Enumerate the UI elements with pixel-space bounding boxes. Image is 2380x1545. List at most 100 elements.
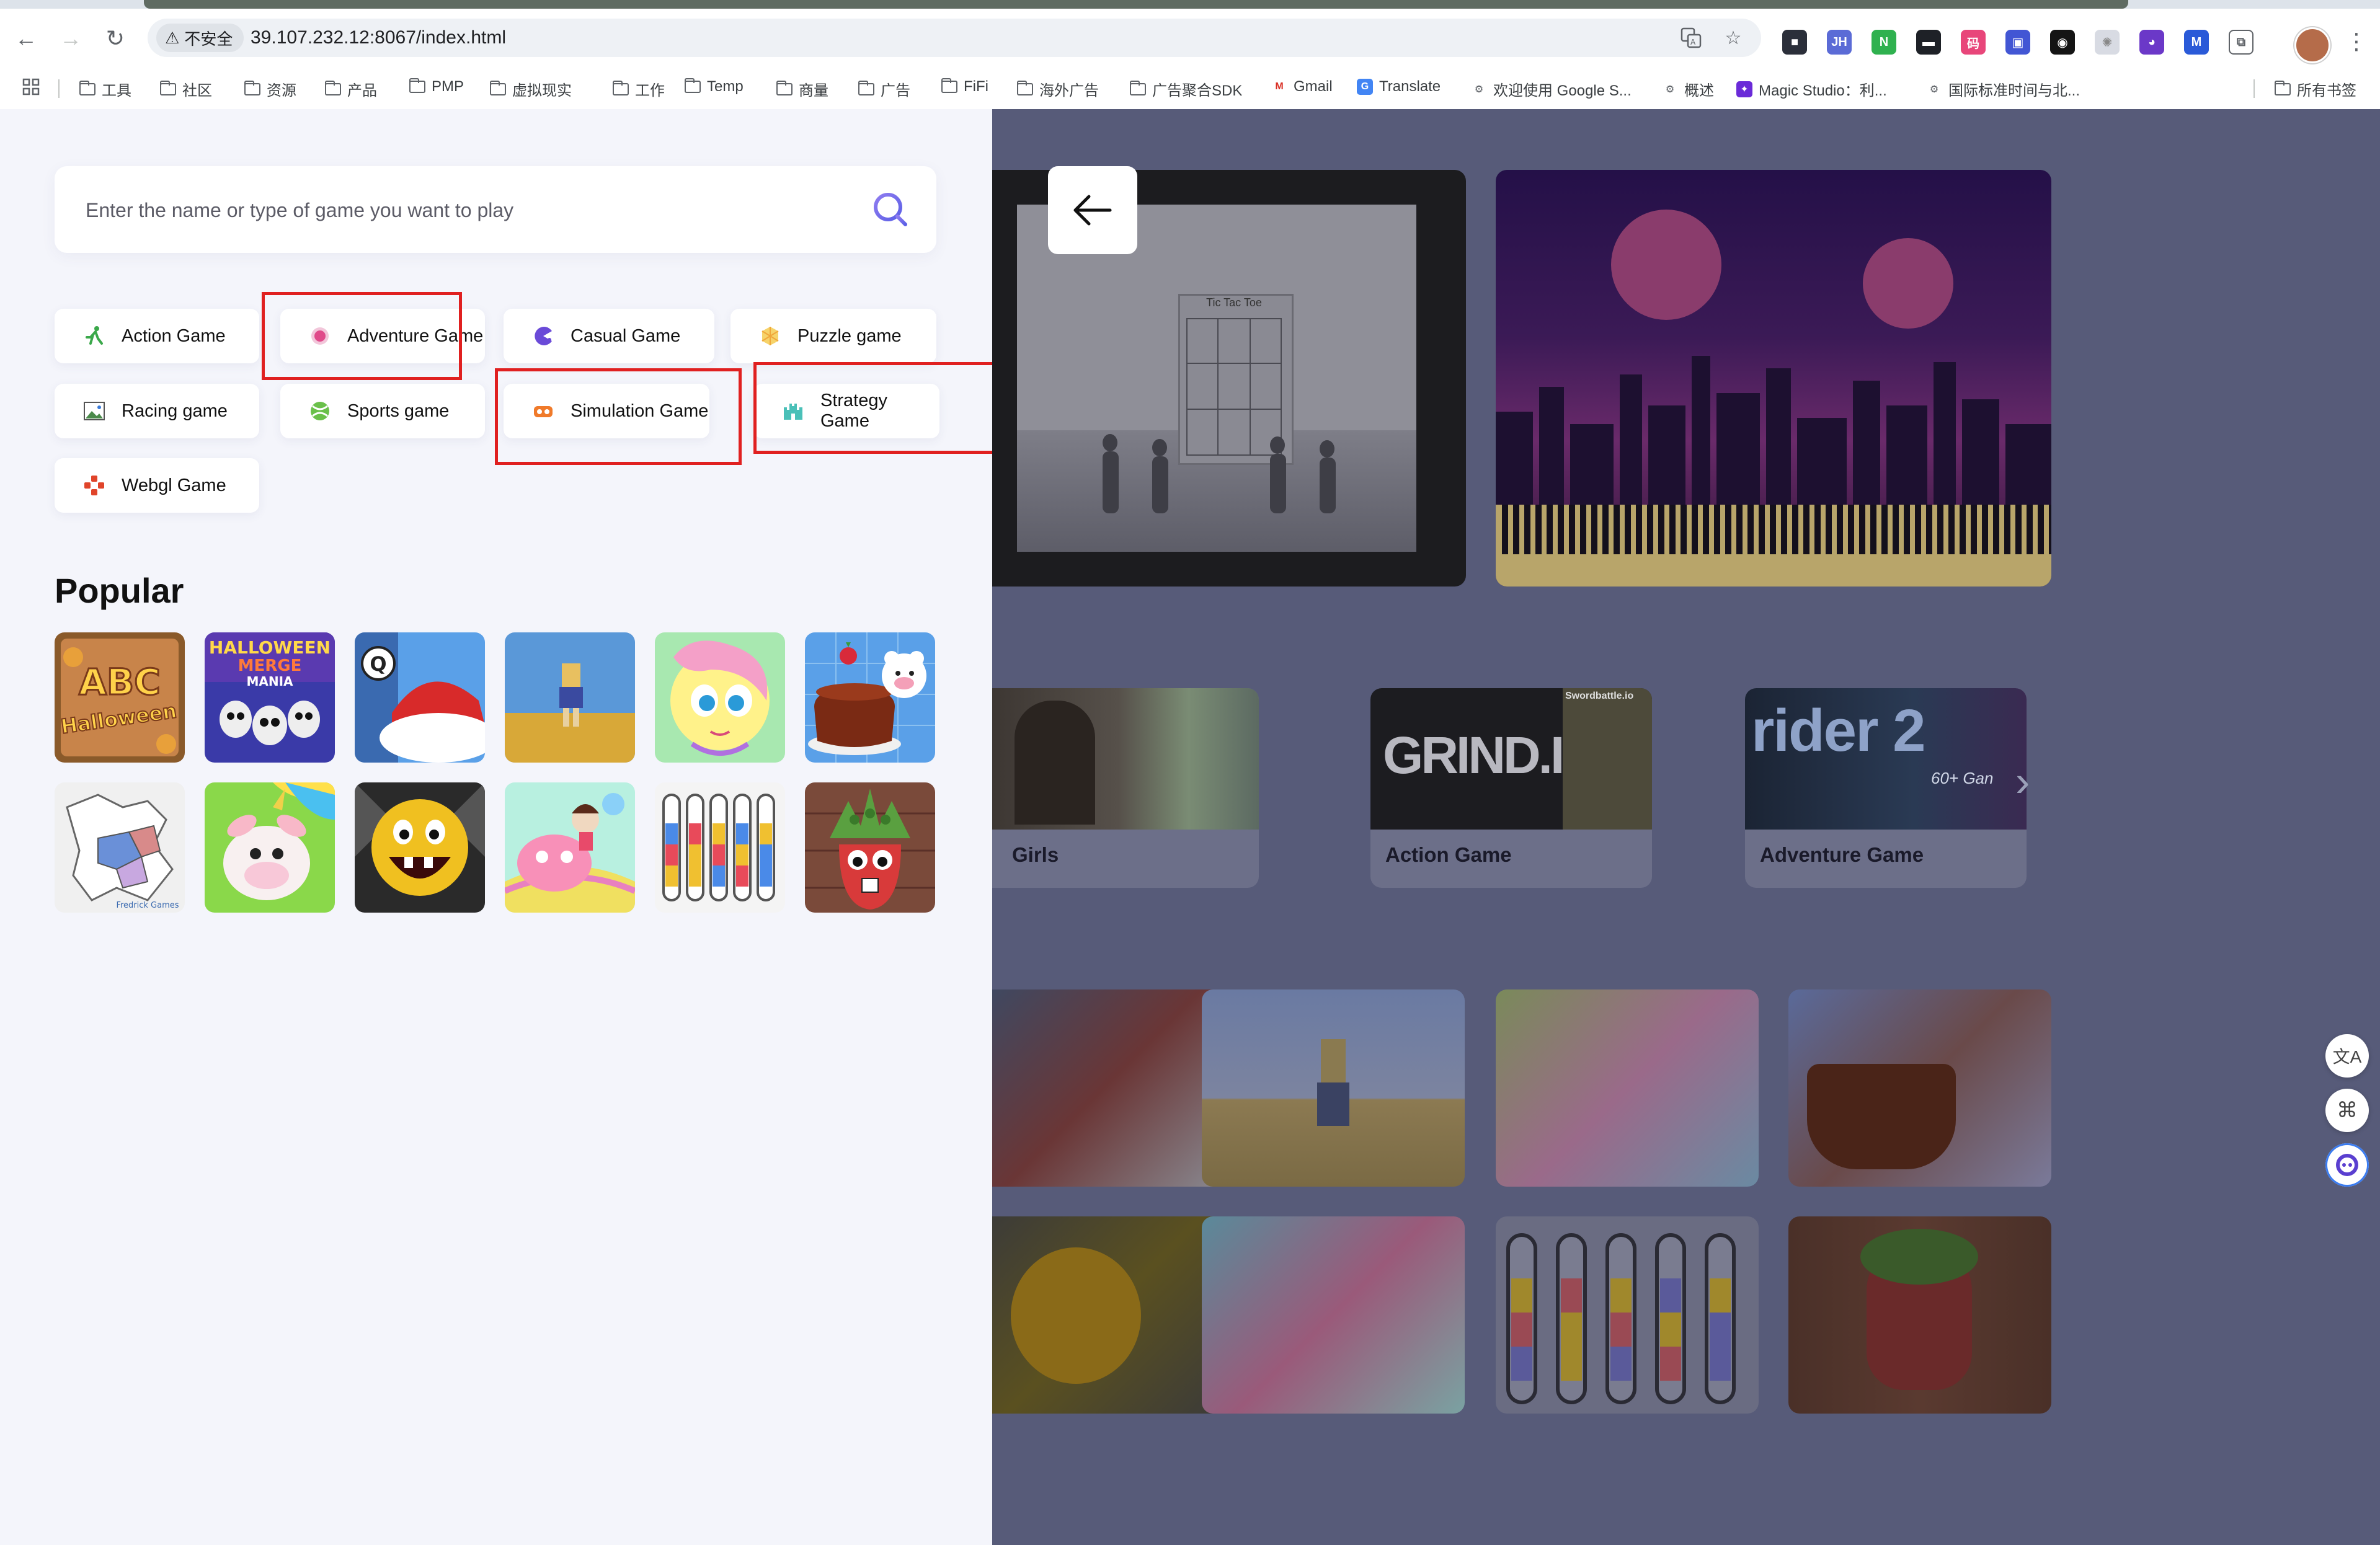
category-chip-puzzle-game[interactable]: Puzzle game [730, 309, 936, 363]
category-label: Strategy Game [820, 391, 887, 431]
game-card-pony[interactable] [1496, 989, 1759, 1187]
bookmark-item[interactable]: 海外广告 [1017, 78, 1099, 100]
bookmark-item[interactable]: Temp [685, 78, 744, 95]
apps-grid-icon[interactable] [22, 78, 40, 95]
bookmark-item[interactable]: 商量 [776, 78, 828, 100]
hero-card-piano-city[interactable] [1496, 170, 2051, 587]
search-icon[interactable] [872, 191, 909, 228]
swordbattle-text: Swordbattle.io [1565, 691, 1634, 701]
page-icon: ⚙ [1926, 81, 1942, 97]
bookmark-item[interactable]: ⚙ 欢迎使用 Google S... [1471, 78, 1632, 100]
bookmark-item[interactable]: 工具 [79, 78, 131, 100]
image-icon [83, 400, 105, 422]
bookmark-label: Magic Studio：利... [1759, 82, 1887, 99]
bookmark-item[interactable]: 产品 [325, 78, 377, 100]
game-card-water-sort[interactable] [1496, 1216, 1759, 1414]
bookmark-item[interactable]: 虚拟现实 [490, 78, 572, 100]
security-chip[interactable]: ⚠ 不安全 [156, 24, 244, 52]
running-figure-icon [83, 325, 105, 347]
vr-goggles-icon [532, 400, 554, 422]
active-tab[interactable] [144, 0, 2128, 9]
bookmark-item[interactable]: M Gmail [1271, 78, 1333, 95]
profile-avatar[interactable] [2294, 27, 2330, 63]
popular-game-pony-cartoon[interactable] [655, 632, 785, 763]
extension-blue-icon[interactable]: ▣ [2005, 30, 2030, 55]
extension-1-icon[interactable]: ■ [1782, 30, 1807, 55]
popular-game-pixel-walker[interactable] [505, 632, 635, 763]
category-chip-webgl-game[interactable]: Webgl Game [55, 458, 259, 513]
extension-terminal-icon[interactable]: ▬ [1916, 30, 1941, 55]
game-card-yellow-monster[interactable] [992, 1216, 1234, 1414]
bookmark-item[interactable]: ⚙ 概述 [1662, 78, 1714, 100]
back-button[interactable] [1048, 166, 1137, 254]
popular-game-abc-halloween[interactable]: ABC Halloween [55, 632, 185, 763]
url-text[interactable]: 39.107.232.12:8067/index.html [251, 27, 506, 48]
extension-glasses-icon[interactable]: ◉ [2050, 30, 2075, 55]
popular-game-map-puzzle[interactable]: Fredrick Games [55, 782, 185, 913]
bookmark-item[interactable]: PMP [409, 78, 464, 95]
bookmark-item[interactable]: 广告聚合SDK [1130, 78, 1242, 100]
category-card-action[interactable]: GRIND.IO Swordbattle.io Action Game [1370, 688, 1652, 888]
carousel-next-icon[interactable]: › [2015, 756, 2030, 806]
bookmark-item[interactable]: 广告 [858, 78, 910, 100]
category-chip-racing-game[interactable]: Racing game [55, 384, 259, 438]
bookmark-item[interactable]: 资源 [244, 78, 296, 100]
insecure-label: 不安全 [184, 29, 233, 48]
bookmark-label: 产品 [347, 82, 377, 99]
popular-game-cake-panda[interactable] [805, 632, 935, 763]
reload-icon[interactable]: ↻ [102, 25, 129, 52]
game-card-cake-panda[interactable] [1788, 989, 2051, 1187]
game-card-pixel-walker[interactable] [1202, 989, 1465, 1187]
extension-n-icon[interactable]: N [1872, 30, 1896, 55]
shortcut-fab[interactable]: ⌘ [2325, 1089, 2369, 1132]
bookmark-item[interactable]: G Translate [1357, 78, 1441, 95]
castle-icon [782, 400, 804, 422]
game-card-santa-hat[interactable] [992, 989, 1234, 1187]
tab-strip [0, 0, 2380, 9]
bookmark-label: 社区 [182, 82, 212, 99]
popular-game-water-sort[interactable] [655, 782, 785, 913]
address-bar[interactable]: ⚠ 不安全 39.107.232.12:8067/index.html A ☆ [148, 19, 1761, 57]
translate-fab[interactable]: 文A [2325, 1034, 2369, 1078]
all-bookmarks[interactable]: 所有书签 [2275, 78, 2356, 100]
category-chip-adventure-game[interactable]: Adventure Game [280, 309, 485, 363]
category-chip-sports-game[interactable]: Sports game [280, 384, 485, 438]
category-card-label: Girls [1012, 843, 1059, 866]
bookmark-item[interactable]: FiFi [941, 78, 988, 95]
bookmark-item[interactable]: ⚙ 国际标准时间与北... [1926, 78, 2080, 100]
search-input[interactable] [84, 187, 831, 233]
popular-game-baby-cake-ride[interactable] [505, 782, 635, 913]
extension-m-icon[interactable]: M [2184, 30, 2209, 55]
category-chip-strategy-game[interactable]: Strategy Game [753, 384, 939, 438]
extension-pink-icon[interactable]: 码 [1961, 30, 1986, 55]
popular-game-yellow-ball-monster[interactable] [355, 782, 485, 913]
category-chip-action-game[interactable]: Action Game [55, 309, 259, 363]
star-bookmark-icon[interactable]: ☆ [1721, 26, 1745, 50]
game-card-baby-cake-ride[interactable] [1202, 1216, 1465, 1414]
background-page-overlay[interactable]: Tic Tac Toe Girls GRIND.IO Swordbattle.i… [992, 109, 2380, 1545]
category-card-girls[interactable]: Girls [992, 688, 1259, 888]
game-card-strawberry-monster[interactable] [1788, 1216, 2051, 1414]
puzzle-extensions-icon[interactable]: ⧉ [2229, 30, 2253, 55]
category-card-adventure[interactable]: rider 2 60+ Gan Adventure Game [1745, 688, 2027, 888]
popular-game-santa-hat[interactable]: Q [355, 632, 485, 763]
extension-grey-icon[interactable]: ✺ [2095, 30, 2120, 55]
category-chip-simulation-game[interactable]: Simulation Game [504, 384, 709, 438]
game-thumbnail-image [205, 782, 335, 913]
rider-sub-text: 60+ Gan [1931, 769, 1994, 787]
bookmark-label: 广告 [881, 82, 910, 99]
bookmark-item[interactable]: ✦ Magic Studio：利... [1736, 78, 1887, 100]
category-chip-casual-game[interactable]: Casual Game [504, 309, 714, 363]
bookmark-item[interactable]: 社区 [160, 78, 212, 100]
forward-arrow-icon[interactable]: → [57, 25, 84, 52]
assistant-fab[interactable] [2325, 1143, 2369, 1187]
popular-game-strawberry-monster[interactable] [805, 782, 935, 913]
extension-ghost-icon[interactable]: ◕ [2139, 30, 2164, 55]
extension-jh-icon[interactable]: JH [1827, 30, 1852, 55]
bookmark-item[interactable]: 工作 [613, 78, 665, 100]
popular-game-unicorn-cow[interactable] [205, 782, 335, 913]
menu-kebab-icon[interactable]: ⋮ [2345, 29, 2368, 55]
back-arrow-icon[interactable]: ← [12, 25, 40, 52]
translate-page-icon[interactable]: A [1679, 26, 1703, 50]
popular-game-halloween-merge-mania[interactable]: HALLOWEEN MERGE MANIA [205, 632, 335, 763]
